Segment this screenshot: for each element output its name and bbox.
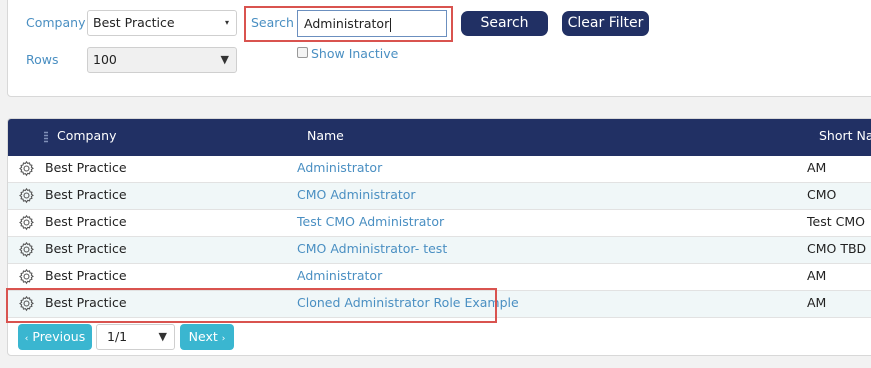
previous-page-button[interactable]: ‹ Previous (18, 324, 92, 350)
rows-select[interactable]: 100 ▼ (87, 47, 237, 73)
row-highlight-box (6, 288, 497, 323)
rows-label: Rows (26, 52, 59, 67)
gear-icon[interactable] (18, 214, 35, 231)
gear-icon[interactable] (18, 160, 35, 177)
next-page-button[interactable]: Next › (180, 324, 234, 350)
gear-icon[interactable] (18, 241, 35, 258)
previous-label: Previous (32, 329, 86, 344)
row-short-name: AM (807, 295, 827, 310)
search-input[interactable]: Administrator (297, 10, 447, 37)
table-row: Best Practice Administrator AM (8, 156, 871, 183)
chevron-right-icon: › (221, 334, 226, 344)
search-button[interactable]: Search (461, 11, 548, 36)
column-header-company[interactable]: Company (57, 119, 116, 152)
search-label: Search (251, 15, 294, 30)
text-cursor (390, 17, 392, 32)
row-name-link[interactable]: Test CMO Administrator (297, 210, 444, 234)
row-company: Best Practice (45, 214, 127, 229)
row-short-name: AM (807, 268, 827, 283)
row-name-link[interactable]: Administrator (297, 264, 382, 288)
gear-icon[interactable] (18, 268, 35, 285)
search-input-value: Administrator (304, 16, 390, 31)
table-row: Best Practice Test CMO Administrator Tes… (8, 210, 871, 237)
row-name-link[interactable]: CMO Administrator- test (297, 237, 447, 261)
chevron-down-icon: ▾ (224, 18, 229, 27)
row-company: Best Practice (45, 268, 127, 283)
gear-icon[interactable] (18, 187, 35, 204)
column-header-short-name[interactable]: Short Nar (819, 119, 871, 152)
row-company: Best Practice (45, 187, 127, 202)
row-company: Best Practice (45, 160, 127, 175)
table-row: Best Practice Administrator AM (8, 264, 871, 291)
chevron-down-icon: ▼ (220, 53, 229, 66)
row-company: Best Practice (45, 241, 127, 256)
row-name-link[interactable]: Administrator (297, 156, 382, 180)
company-label: Company (26, 15, 86, 30)
next-label: Next (188, 329, 218, 344)
row-short-name: Test CMO (807, 214, 865, 229)
drag-handle-icon[interactable] (44, 131, 48, 143)
table-row: Best Practice CMO Administrator- test CM… (8, 237, 871, 264)
chevron-left-icon: ‹ (24, 334, 29, 344)
chevron-down-icon: ▼ (158, 330, 167, 343)
company-select-value: Best Practice (93, 15, 175, 30)
row-short-name: CMO TBD (807, 241, 867, 256)
show-inactive-label: Show Inactive (311, 46, 399, 61)
row-short-name: CMO (807, 187, 837, 202)
page-select-value: 1/1 (107, 329, 128, 344)
page-select[interactable]: 1/1 ▼ (96, 324, 175, 350)
rows-select-value: 100 (93, 52, 117, 67)
column-header-name[interactable]: Name (307, 119, 344, 152)
clear-filter-button[interactable]: Clear Filter (562, 11, 649, 36)
row-name-link[interactable]: CMO Administrator (297, 183, 416, 207)
table-header: Company Name Short Nar (8, 119, 871, 156)
table-row: Best Practice CMO Administrator CMO (8, 183, 871, 210)
show-inactive-checkbox[interactable] (297, 47, 308, 58)
company-select[interactable]: Best Practice ▾ (87, 10, 237, 36)
row-short-name: AM (807, 160, 827, 175)
